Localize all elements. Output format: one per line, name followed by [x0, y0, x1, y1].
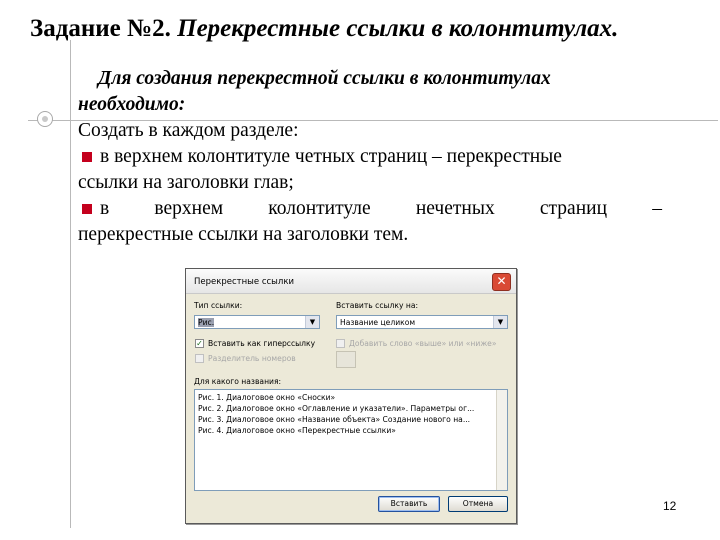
list-item[interactable]: Рис. 1. Диалоговое окно «Сноски»	[198, 393, 335, 402]
cancel-button[interactable]: Отмена	[448, 496, 508, 512]
bullet-2: в верхнем колонтитуле нечетных страниц –	[78, 196, 662, 222]
captions-listbox[interactable]: Рис. 1. Диалоговое окно «Сноски» Рис. 2.…	[194, 389, 508, 491]
list-scrollbar[interactable]	[496, 390, 507, 490]
cross-reference-dialog: Перекрестные ссылки ✕ Тип ссылки: Рис. ▼…	[185, 268, 517, 524]
title-prefix: Задание №2.	[30, 15, 171, 42]
chevron-down-icon[interactable]: ▼	[493, 316, 507, 328]
slide-body: Для создания перекрестной ссылки в колон…	[78, 66, 662, 248]
square-bullet-icon	[82, 152, 92, 162]
create-line: Создать в каждом разделе:	[78, 120, 299, 141]
bullet-1: в верхнем колонтитуле четных страниц – п…	[78, 144, 662, 170]
insert-button[interactable]: Вставить	[378, 496, 440, 512]
insert-ref-select[interactable]: Название целиком ▼	[336, 315, 508, 329]
square-bullet-icon	[82, 204, 92, 214]
bullet-2-word: страниц	[539, 198, 608, 219]
decorative-vertical-line	[70, 40, 71, 528]
separator-field[interactable]	[336, 351, 356, 368]
hyperlink-checkbox[interactable]: ✓	[195, 339, 204, 348]
insert-ref-value: Название целиком	[340, 318, 416, 327]
list-item[interactable]: Рис. 4. Диалоговое окно «Перекрестные сс…	[198, 426, 396, 435]
bullet-2-word: верхнем	[154, 198, 224, 219]
ref-type-select[interactable]: Рис. ▼	[194, 315, 320, 329]
bullet-2-line-1: в верхнем колонтитуле нечетных страниц –	[100, 196, 662, 222]
bullet-2-word: колонтитуле	[268, 198, 371, 219]
decorative-circle-icon	[37, 111, 53, 127]
ref-type-value: Рис.	[198, 318, 215, 327]
bullet-2-line-2: перекрестные ссылки на заголовки тем.	[78, 224, 409, 245]
dialog-titlebar: Перекрестные ссылки ✕	[186, 269, 516, 294]
separate-numbers-checkbox[interactable]	[195, 354, 204, 363]
list-item[interactable]: Рис. 3. Диалоговое окно «Название объект…	[198, 415, 470, 424]
dialog-title: Перекрестные ссылки	[194, 277, 294, 287]
insert-ref-label: Вставить ссылку на:	[336, 301, 419, 310]
intro-line-2: необходимо:	[78, 94, 186, 115]
bullet-2-word: нечетных	[415, 198, 495, 219]
list-item[interactable]: Рис. 2. Диалоговое окно «Оглавление и ук…	[198, 404, 474, 413]
bullet-2-word: –	[652, 198, 662, 219]
for-which-label: Для какого названия:	[194, 377, 282, 386]
ref-type-label: Тип ссылки:	[194, 301, 243, 310]
slide-title: Задание №2. Перекрестные ссылки в колонт…	[30, 14, 618, 44]
close-icon[interactable]: ✕	[492, 273, 511, 291]
bullet-1-line-1: в верхнем колонтитуле четных страниц – п…	[100, 146, 562, 167]
add-word-checkbox[interactable]	[336, 339, 345, 348]
bullet-2-word: в	[100, 198, 110, 219]
intro-line-1: Для создания перекрестной ссылки в колон…	[98, 68, 551, 89]
title-main: Перекрестные ссылки в колонтитулах.	[177, 15, 619, 42]
separate-numbers-label: Разделитель номеров	[208, 354, 296, 363]
chevron-down-icon[interactable]: ▼	[305, 316, 319, 328]
bullet-1-line-2: ссылки на заголовки глав;	[78, 172, 294, 193]
page-number: 12	[663, 499, 677, 513]
add-word-label: Добавить слово «выше» или «ниже»	[349, 339, 497, 348]
hyperlink-label: Вставить как гиперссылку	[208, 339, 316, 348]
